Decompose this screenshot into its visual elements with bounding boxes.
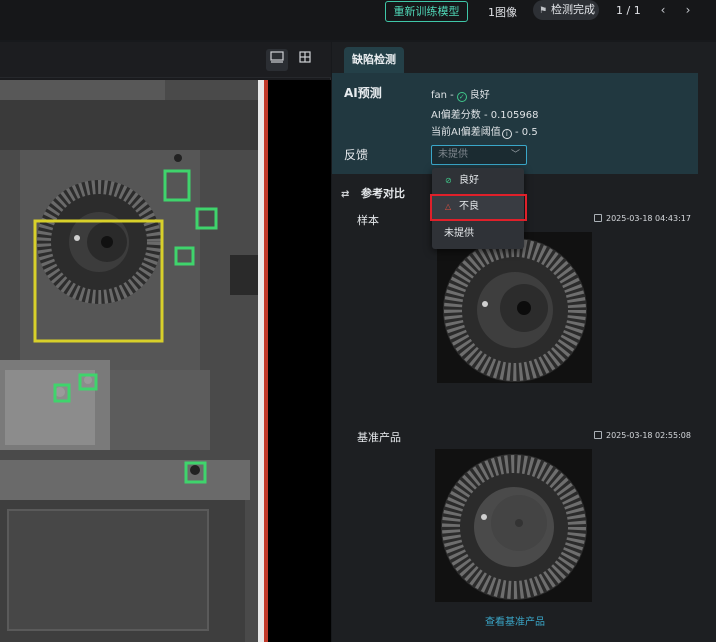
option-good[interactable]: ⊘ 良好 xyxy=(432,169,524,193)
tab-defect-detection[interactable]: 缺陷检测 xyxy=(344,47,404,73)
calendar-icon xyxy=(594,214,602,222)
base-product-label: 基准产品 xyxy=(357,431,401,444)
feedback-placeholder: 未提供 xyxy=(438,149,468,160)
check-circle-icon: ⊘ xyxy=(445,176,452,185)
warning-icon: △ xyxy=(445,202,452,211)
single-view-icon[interactable] xyxy=(266,49,288,71)
base-timestamp: 2025-03-18 02:55:08 xyxy=(594,431,691,440)
deviation-score: AI偏差分数 - 0.105968 xyxy=(431,110,539,121)
viewer-toolbar xyxy=(0,42,331,78)
image-count: 1图像 xyxy=(488,6,517,19)
result-text: 良好 xyxy=(469,90,490,101)
chevron-right-icon[interactable]: › xyxy=(681,2,695,18)
sample-time-text: 2025-03-18 04:43:17 xyxy=(606,214,691,223)
status-text: 检测完成 xyxy=(551,3,595,16)
option-not-provided-label: 未提供 xyxy=(444,228,474,239)
top-bar: 重新训练模型 1图像 ⚑ 检测完成 1 / 1 ‹ › xyxy=(0,0,716,40)
grid-view-icon[interactable] xyxy=(294,49,316,71)
compare-icon: ⇄ xyxy=(341,189,350,200)
calendar-icon xyxy=(594,431,602,439)
inspection-image[interactable] xyxy=(0,80,331,642)
sample-label: 样本 xyxy=(357,214,379,227)
threshold-value: - 0.5 xyxy=(514,127,538,138)
base-product-thumbnail[interactable] xyxy=(435,449,592,602)
ai-prediction-title: AI预测 xyxy=(344,86,382,100)
defect-panel: 缺陷检测 AI预测 fan - ✓ 良好 AI偏差分数 - 0.105968 当前A… xyxy=(332,42,716,642)
reference-compare-title: ⇄ 参考对比 xyxy=(341,185,405,201)
view-base-product-link[interactable]: 查看基准产品 xyxy=(485,613,545,628)
image-viewer-pane xyxy=(0,42,331,642)
option-not-provided[interactable]: 未提供 xyxy=(432,222,524,246)
flag-icon: ⚑ xyxy=(539,6,548,16)
check-circle-icon: ✓ xyxy=(456,92,467,102)
option-bad-label: 不良 xyxy=(459,201,479,212)
base-time-text: 2025-03-18 02:55:08 xyxy=(606,431,691,440)
chevron-left-icon[interactable]: ‹ xyxy=(656,2,670,18)
ai-prediction-section: AI预测 fan - ✓ 良好 AI偏差分数 - 0.105968 当前AI偏差阈值… xyxy=(332,73,698,174)
feedback-dropdown: ⊘ 良好 △ 不良 未提供 xyxy=(432,168,524,249)
prediction-result: fan - ✓ 良好 xyxy=(431,86,490,102)
sample-timestamp: 2025-03-18 04:43:17 xyxy=(594,214,691,223)
option-good-label: 良好 xyxy=(459,175,479,186)
feedback-select[interactable]: 未提供 ﹀ xyxy=(431,145,527,165)
threshold-label: 当前AI偏差阈值 xyxy=(431,127,501,138)
status-badge: ⚑ 检测完成 xyxy=(533,0,599,20)
info-icon[interactable]: i xyxy=(501,129,512,139)
retrain-model-button[interactable]: 重新训练模型 xyxy=(385,1,468,22)
feedback-label: 反馈 xyxy=(344,148,369,162)
page-indicator: 1 / 1 xyxy=(616,4,641,17)
chevron-down-icon: ﹀ xyxy=(510,150,520,160)
sample-thumbnail[interactable] xyxy=(437,232,592,383)
deviation-threshold: 当前AI偏差阈值 i - 0.5 xyxy=(431,123,538,139)
option-bad[interactable]: △ 不良 xyxy=(432,195,524,219)
part-name: fan - xyxy=(431,90,454,101)
compare-title-text: 参考对比 xyxy=(361,187,405,200)
